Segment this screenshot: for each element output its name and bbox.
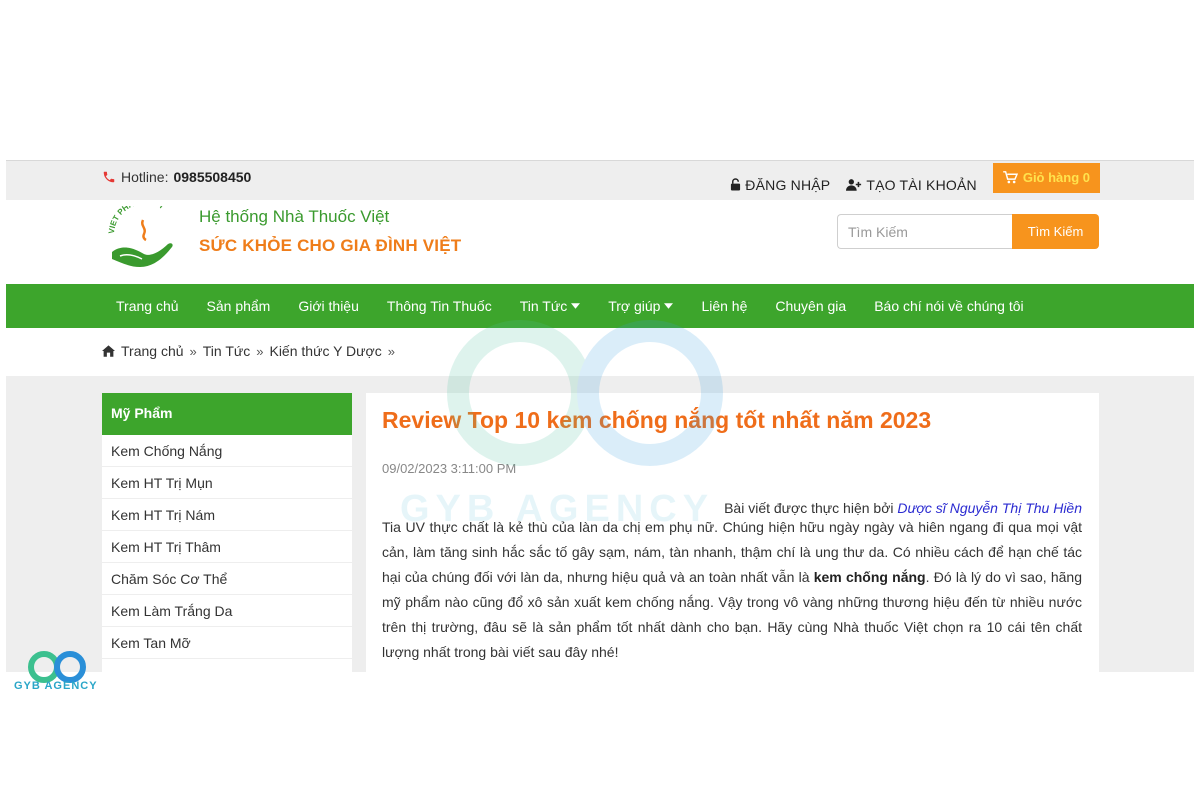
home-icon [102, 345, 115, 357]
register-label: TẠO TÀI KHOẢN [866, 176, 977, 193]
nav-item-about[interactable]: Giới thiệu [284, 298, 373, 314]
search-button[interactable]: Tìm Kiếm [1012, 214, 1099, 249]
article-title: Review Top 10 kem chống nắng tốt nhất nă… [382, 407, 932, 433]
sidebar-item-fat-burning[interactable]: Kem Tan Mỡ [102, 627, 352, 659]
nav-label: Giới thiệu [298, 298, 359, 314]
caret-down-icon [664, 303, 674, 309]
sidebar-item-sunscreen[interactable]: Kem Chống Nắng [102, 435, 352, 467]
sidebar-item-body-care[interactable]: Chăm Sóc Cơ Thể [102, 563, 352, 595]
nav-item-drug-info[interactable]: Thông Tin Thuốc [373, 298, 506, 314]
lock-icon [731, 178, 741, 191]
nav-label: Trợ giúp [608, 298, 661, 314]
sidebar-item-melasma[interactable]: Kem HT Trị Nám [102, 499, 352, 531]
nav-label: Thông Tin Thuốc [386, 298, 492, 314]
cart-label: Giỏ hàng 0 [1022, 170, 1090, 185]
breadcrumb-news[interactable]: Tin Tức [203, 343, 251, 359]
sidebar-item-whitening[interactable]: Kem Làm Trắng Da [102, 595, 352, 627]
breadcrumb-separator-icon: » [189, 343, 197, 359]
gyb-agency-label: GYB AGENCY [14, 680, 98, 692]
register-link[interactable]: TẠO TÀI KHOẢN [846, 176, 977, 193]
viet-pharmacy-logo[interactable]: VIET PHARMACY [106, 197, 184, 278]
sidebar-item-dark-spots[interactable]: Kem HT Trị Thâm [102, 531, 352, 563]
sidebar-item-acne[interactable]: Kem HT Trị Mụn [102, 467, 352, 499]
nav-item-news[interactable]: Tin Tức [506, 298, 595, 314]
breadcrumb-separator-icon: » [387, 343, 395, 359]
body-text-bold: kem chống nắng [813, 569, 926, 585]
caret-down-icon [571, 303, 581, 309]
top-bar: Hotline: 0985508450 ĐĂNG NHẬP TẠO TÀI KH… [6, 161, 1194, 200]
breadcrumb: Trang chủ » Tin Tức » Kiến thức Y Dược » [102, 343, 395, 359]
hotline-number[interactable]: 0985508450 [173, 169, 251, 185]
breadcrumb-category[interactable]: Kiến thức Y Dược [269, 343, 381, 359]
phone-icon [103, 171, 115, 183]
article-body: Tia UV thực chất là kẻ thù của làn da ch… [382, 515, 1082, 665]
add-user-icon [846, 179, 862, 191]
login-link[interactable]: ĐĂNG NHẬP [730, 177, 830, 193]
nav-item-contact[interactable]: Liên hệ [687, 298, 761, 314]
hotline: Hotline: 0985508450 [102, 169, 251, 185]
article-author: Bài viết được thực hiện bởi Dược sĩ Nguy… [724, 500, 1082, 516]
sidebar-title: Mỹ Phẩm [102, 393, 352, 435]
nav-label: Sản phẩm [206, 298, 271, 314]
cart-button[interactable]: Giỏ hàng 0 [992, 162, 1100, 193]
author-prefix: Bài viết được thực hiện bởi [724, 500, 894, 516]
author-link[interactable]: Dược sĩ Nguyễn Thị Thu Hiền [897, 500, 1082, 516]
nav-label: Chuyên gia [775, 298, 847, 314]
nav-item-press[interactable]: Báo chí nói về chúng tôi [860, 298, 1037, 314]
search-bar: Tìm Kiếm [837, 214, 1099, 249]
hotline-label: Hotline: [121, 169, 169, 185]
main-nav: Trang chủ Sản phẩm Giới thiệu Thông Tin … [6, 284, 1194, 328]
search-input[interactable] [837, 214, 1012, 249]
brand-tagline: Hệ thống Nhà Thuốc Việt [199, 207, 390, 226]
nav-item-help[interactable]: Trợ giúp [594, 298, 687, 314]
login-label: ĐĂNG NHẬP [745, 176, 831, 193]
cart-icon [1003, 171, 1018, 184]
site-header: VIET PHARMACY Hệ thống Nhà Thuốc Việt SỨ… [6, 197, 1194, 284]
nav-item-home[interactable]: Trang chủ [102, 298, 193, 314]
brand-slogan: SỨC KHỎE CHO GIA ĐÌNH VIỆT [199, 236, 462, 255]
nav-label: Báo chí nói về chúng tôi [874, 298, 1024, 314]
article: Review Top 10 kem chống nắng tốt nhất nă… [366, 393, 1099, 672]
nav-item-experts[interactable]: Chuyên gia [761, 298, 860, 314]
category-sidebar: Mỹ Phẩm Kem Chống Nắng Kem HT Trị Mụn Ke… [102, 393, 352, 672]
nav-item-products[interactable]: Sản phẩm [193, 298, 285, 314]
breadcrumb-separator-icon: » [256, 343, 264, 359]
breadcrumb-home[interactable]: Trang chủ [121, 343, 184, 359]
nav-label: Liên hệ [701, 298, 748, 314]
svg-text:VIET PHARMACY: VIET PHARMACY [107, 206, 167, 234]
account-actions: ĐĂNG NHẬP TẠO TÀI KHOẢN Giỏ hàng 0 [730, 161, 1100, 200]
article-date: 09/02/2023 3:11:00 PM [382, 461, 517, 476]
nav-label: Trang chủ [116, 298, 179, 314]
browser-page: Hotline: 0985508450 ĐĂNG NHẬP TẠO TÀI KH… [6, 160, 1194, 672]
nav-label: Tin Tức [519, 298, 568, 314]
